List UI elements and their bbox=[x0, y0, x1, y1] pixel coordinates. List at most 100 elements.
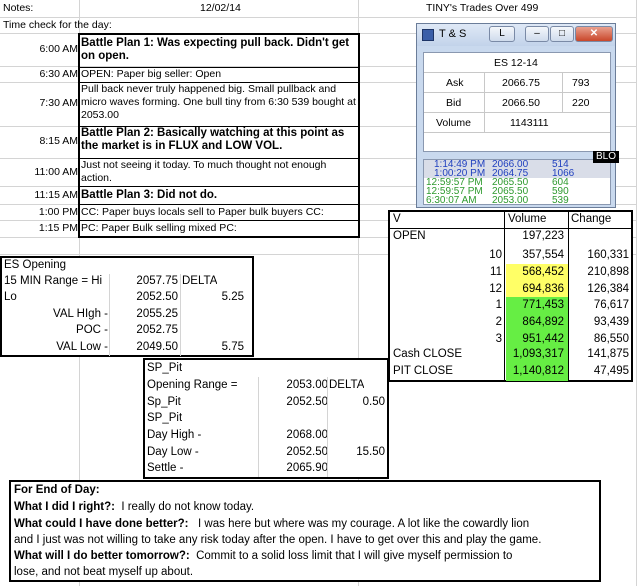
val-low-value: 2049.50 bbox=[136, 341, 178, 353]
ask-price: 2066.75 bbox=[502, 77, 540, 89]
volume-row-label: 3 bbox=[495, 333, 502, 345]
lo-value: 2052.50 bbox=[136, 291, 178, 303]
sp-delta-label: DELTA bbox=[329, 379, 365, 391]
poc-value: 2052.75 bbox=[136, 324, 178, 336]
cash-close-volume: 1,093,317 bbox=[512, 348, 564, 360]
timeline-time: 1:15 PM bbox=[38, 222, 78, 234]
eod-line-4: What will I do better tomorrow?: Commit … bbox=[14, 550, 512, 563]
bid-size: 220 bbox=[572, 97, 590, 109]
timeline-entry: CC: Paper buys locals sell to Paper bulk… bbox=[81, 206, 324, 218]
ts-print-size: 539 bbox=[552, 195, 569, 205]
ts-title: T & S bbox=[439, 28, 467, 40]
val-low-label: VAL Low - bbox=[56, 341, 108, 353]
eod-q3: What will I do better tomorrow?: bbox=[14, 550, 190, 562]
close-icon[interactable]: ✕ bbox=[575, 26, 613, 42]
vol-header-v: V bbox=[393, 213, 401, 225]
val-high-value: 2055.25 bbox=[136, 308, 178, 320]
val-high-label: VAL HIgh - bbox=[53, 308, 108, 320]
notes-label: Notes: bbox=[3, 2, 34, 14]
ts-prints-list[interactable]: 1:14:49 PM 2066.00 514 1:00:20 PM 2064.75 106… bbox=[423, 159, 611, 205]
timeline-entry: OPEN: Paper big seller: Open bbox=[81, 68, 222, 80]
ts-quote-panel: ES 12-14 Ask 2066.75 793 Bid 2066.50 220… bbox=[423, 52, 611, 152]
day-low-value: 2052.50 bbox=[286, 446, 328, 458]
minimize-icon[interactable]: – bbox=[525, 26, 549, 42]
volume-row-change: 126,384 bbox=[587, 282, 629, 295]
open-label: OPEN bbox=[393, 230, 426, 242]
sp-pit-label: Sp_Pit bbox=[147, 396, 181, 408]
es-opening-title: ES Opening bbox=[4, 259, 67, 271]
volume-row-volume: 951,442 bbox=[522, 333, 564, 345]
timeline-entry: Battle Plan 1: Was expecting pull back. … bbox=[81, 37, 350, 62]
ts-symbol: ES 12-14 bbox=[494, 57, 538, 69]
day-high-value: 2068.00 bbox=[286, 429, 328, 441]
volume-row-label: 1 bbox=[495, 299, 502, 312]
timeline-time: 8:15 AM bbox=[39, 135, 78, 147]
sp-pit-title-2: SP_Pit bbox=[147, 412, 183, 424]
timeline: 6:00 AM Battle Plan 1: Was expecting pul… bbox=[0, 33, 360, 238]
pit-close-change: 47,495 bbox=[593, 365, 629, 377]
volume-row-label: 11 bbox=[490, 265, 502, 278]
date-cell: 12/02/14 bbox=[200, 2, 241, 14]
delta-value: 5.25 bbox=[221, 291, 244, 303]
volume-row-volume: 694,836 bbox=[522, 282, 564, 295]
timeline-time: 7:30 AM bbox=[39, 97, 78, 109]
volume-row-change: 86,550 bbox=[593, 333, 629, 345]
ts-l-button[interactable]: L bbox=[489, 26, 515, 42]
day-low-label: Day Low - bbox=[147, 446, 199, 458]
eod-a3b: lose, and not beat myself up about. bbox=[14, 566, 194, 578]
bid-price: 2066.50 bbox=[502, 97, 540, 109]
timeline-entry: PC: Paper Bulk selling mixed PC: bbox=[81, 222, 237, 234]
val-low-delta: 5.75 bbox=[221, 341, 244, 353]
sp-pit-value: 2052.50 bbox=[286, 396, 328, 408]
settle-value: 2065.90 bbox=[286, 462, 328, 474]
poc-label: POC - bbox=[76, 324, 108, 336]
eod-a1: I really do not know today. bbox=[121, 501, 255, 513]
time-and-sales-window[interactable]: T & S L – □ ✕ ES 12-14 Ask 2066.75 793 B… bbox=[416, 23, 620, 208]
volume-table: V Volume Change OPEN 197,223 10 357,554 16… bbox=[388, 210, 633, 382]
ts-print-row: 6:30:07 AM 2053.00 539 bbox=[424, 195, 610, 205]
eod-line-1: What I did I right?: I really do not kno… bbox=[14, 501, 254, 514]
eod-q1: What I did I right?: bbox=[14, 501, 115, 513]
eod-a2: I was here but where was my courage. A l… bbox=[198, 518, 530, 530]
cash-close-label: Cash CLOSE bbox=[393, 348, 463, 360]
eod-a2b: and I just was not willing to take any r… bbox=[14, 534, 542, 546]
time-check-label: Time check for the day: bbox=[3, 19, 112, 31]
opening-range-label: Opening Range = bbox=[147, 379, 238, 391]
sp-pit-delta: 0.50 bbox=[362, 396, 385, 408]
ts-app-icon bbox=[422, 29, 434, 41]
maximize-icon[interactable]: □ bbox=[550, 26, 574, 42]
timeline-time: 11:00 AM bbox=[34, 166, 78, 178]
ts-print-price: 2053.00 bbox=[492, 195, 529, 205]
volume-row-label: 10 bbox=[489, 249, 502, 261]
volume-row-label: 12 bbox=[489, 282, 502, 295]
volume-row-volume: 771,453 bbox=[522, 299, 564, 312]
ts-blo-label: BLO bbox=[593, 151, 620, 163]
timeline-entry: Battle Plan 2: Basically watching at thi… bbox=[81, 127, 345, 152]
opening-range-value: 2053.00 bbox=[286, 379, 328, 391]
sp-pit-title: SP_Pit bbox=[147, 362, 183, 374]
ts-titlebar[interactable]: T & S L – □ ✕ bbox=[417, 24, 615, 46]
volume-row-volume: 357,554 bbox=[522, 249, 564, 261]
volume-row-change: 160,331 bbox=[587, 249, 629, 261]
trades-link[interactable]: TINY's Trades Over 499 bbox=[426, 2, 538, 15]
settle-label: Settle - bbox=[147, 462, 184, 474]
lo-label: Lo bbox=[4, 291, 17, 303]
eod-line-2: What could I have done better?: I was he… bbox=[14, 518, 529, 531]
vol-header-change: Change bbox=[571, 213, 612, 225]
timeline-entry: Pull back never truly happened big. Smal… bbox=[81, 83, 356, 121]
timeline-time: 6:30 AM bbox=[39, 68, 78, 80]
timeline-entry: Just not seeing it today. To much though… bbox=[81, 159, 327, 184]
volume-row-volume: 568,452 bbox=[522, 265, 564, 278]
range-hi: 2057.75 bbox=[136, 275, 178, 287]
timeline-time: 6:00 AM bbox=[39, 43, 78, 55]
pit-close-volume: 1,140,812 bbox=[512, 365, 564, 377]
bid-label: Bid bbox=[446, 97, 462, 109]
pit-close-label: PIT CLOSE bbox=[393, 365, 453, 377]
eod-a3: Commit to a solid loss limit that I will… bbox=[196, 550, 513, 562]
delta-label: DELTA bbox=[182, 275, 218, 287]
end-of-day-box: For End of Day: What I did I right?: I r… bbox=[9, 480, 601, 582]
volume-row-label: 2 bbox=[495, 316, 502, 329]
ts-volume: 1143111 bbox=[510, 117, 549, 129]
ts-print-time: 6:30:07 AM bbox=[426, 195, 477, 205]
vol-header-volume: Volume bbox=[508, 213, 547, 225]
